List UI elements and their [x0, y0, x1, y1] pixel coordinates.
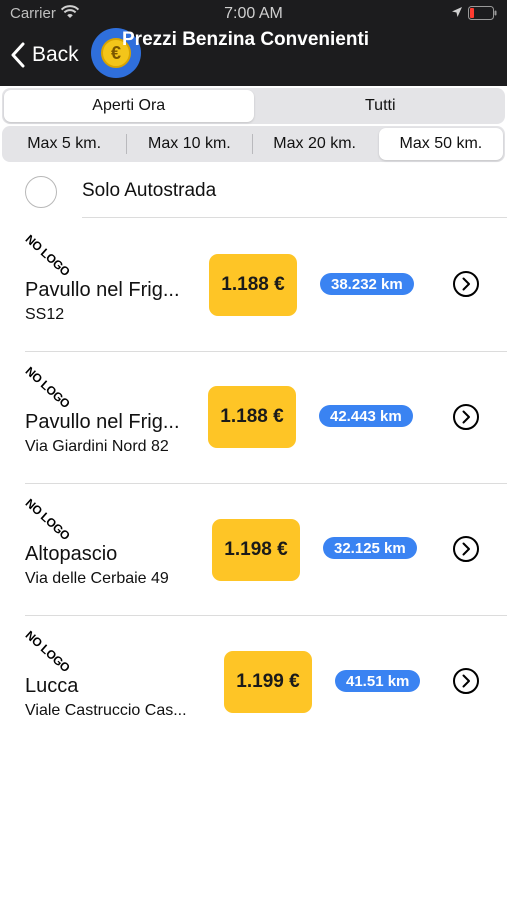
chevron-right-circle-icon[interactable] [452, 535, 480, 563]
distance-badge: 41.51 km [335, 670, 421, 692]
back-label: Back [32, 43, 79, 66]
station-row[interactable]: NO LOGO Pavullo nel Frig... Via Giardini… [0, 352, 507, 484]
station-city: Pavullo nel Frig... [25, 411, 180, 433]
open-filter-segmented-control: Aperti Ora Tutti [2, 88, 505, 124]
station-address: Via delle Cerbaie 49 [25, 570, 169, 587]
distance-segmented-control: Max 5 km. Max 10 km. Max 20 km. Max 50 k… [2, 126, 505, 162]
filter-max-50[interactable]: Max 50 km. [378, 128, 503, 160]
back-button[interactable]: Back [10, 38, 79, 72]
station-city: Pavullo nel Frig... [25, 279, 180, 301]
no-logo-image: NO LOGO [22, 364, 73, 411]
solo-autostrada-row: Solo Autostrada [0, 166, 507, 218]
location-arrow-icon [452, 7, 462, 17]
status-bar: Carrier 7:00 AM [0, 0, 507, 28]
page-title: Prezzi Benzina Convenienti [122, 29, 370, 50]
chevron-right-circle-icon[interactable] [452, 270, 480, 298]
price-badge: 1.198 € [212, 519, 300, 581]
no-logo-image: NO LOGO [22, 232, 73, 279]
price-badge: 1.199 € [224, 651, 312, 713]
solo-autostrada-radio[interactable] [25, 176, 57, 208]
price-badge: 1.188 € [209, 254, 297, 316]
navigation-header: Carrier 7:00 AM Back € Prezzi Benzina Co… [0, 0, 507, 86]
station-row[interactable]: NO LOGO Altopascio Via delle Cerbaie 49 … [0, 484, 507, 616]
filter-max-20[interactable]: Max 20 km. [253, 126, 377, 162]
status-time: 7:00 AM [224, 5, 283, 22]
chevron-left-icon [11, 42, 25, 68]
station-address: Viale Castruccio Cas... [25, 702, 187, 719]
divider [82, 217, 507, 218]
no-logo-image: NO LOGO [22, 496, 73, 543]
battery-icon [468, 6, 497, 20]
solo-autostrada-label: Solo Autostrada [82, 180, 217, 201]
station-city: Altopascio [25, 543, 118, 565]
distance-badge: 32.125 km [323, 537, 417, 559]
filter-max-10[interactable]: Max 10 km. [127, 126, 251, 162]
distance-badge: 38.232 km [320, 273, 414, 295]
station-row[interactable]: NO LOGO Pavullo nel Frig... SS12 1.188 €… [0, 220, 507, 352]
station-address: SS12 [25, 306, 65, 323]
filter-max-5[interactable]: Max 5 km. [2, 126, 126, 162]
distance-badge: 42.443 km [319, 405, 413, 427]
chevron-right-circle-icon[interactable] [452, 403, 480, 431]
station-row[interactable]: NO LOGO Lucca Viale Castruccio Cas... 1.… [0, 616, 507, 740]
no-logo-image: NO LOGO [22, 628, 73, 675]
tab-tutti[interactable]: Tutti [256, 88, 506, 124]
chevron-right-circle-icon[interactable] [452, 667, 480, 695]
price-badge: 1.188 € [208, 386, 296, 448]
station-address: Via Giardini Nord 82 [25, 438, 169, 455]
station-city: Lucca [25, 675, 79, 697]
tab-aperti-ora[interactable]: Aperti Ora [4, 90, 254, 122]
